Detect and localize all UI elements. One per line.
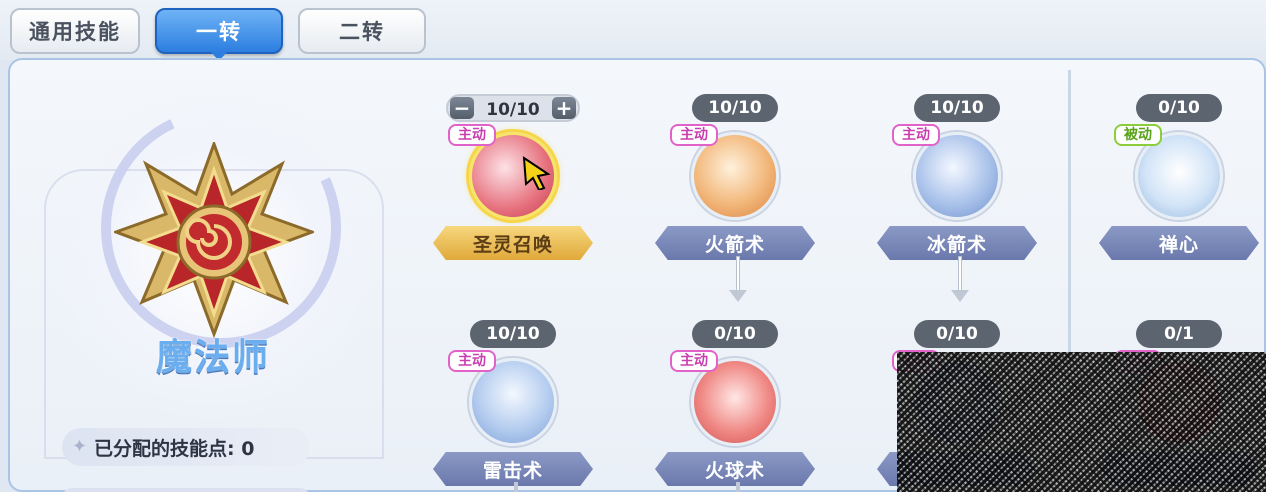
- cursor-icon: [522, 156, 551, 190]
- skill-name: 火球术: [655, 452, 815, 486]
- sparkle-icon: ✦: [72, 436, 88, 457]
- tab-bar: 通用技能 一转 二转: [0, 0, 1266, 61]
- skill-name: 冰箭术: [877, 226, 1037, 260]
- noise-overlay: [897, 352, 1266, 492]
- skill-name: 圣灵召唤: [433, 226, 593, 260]
- skill-level-control: − 10/10 +: [446, 94, 580, 122]
- skill-level: 0/10: [1136, 94, 1222, 122]
- skill-name: 雷击术: [433, 452, 593, 486]
- skill-card[interactable]: 0/10 被动 禅心: [1094, 74, 1264, 260]
- allocated-points-text: 已分配的技能点: 0: [94, 437, 255, 460]
- plus-button[interactable]: +: [552, 97, 576, 119]
- class-name: 魔法师: [155, 336, 270, 378]
- skill-level: 10/10: [470, 320, 556, 348]
- skill-link-line: [514, 482, 518, 492]
- skill-type-tag: 被动: [1114, 124, 1162, 146]
- skill-type-tag: 主动: [670, 350, 718, 372]
- skill-type-tag: 主动: [892, 124, 940, 146]
- skill-card[interactable]: 10/10 主动 雷击术: [428, 300, 598, 486]
- skill-level: 0/10: [914, 320, 1000, 348]
- tab-second-job[interactable]: 二转: [298, 8, 426, 54]
- skill-name: 火箭术: [655, 226, 815, 260]
- skill-type-tag: 主动: [448, 350, 496, 372]
- skill-level: 10/10: [914, 94, 1000, 122]
- skill-card[interactable]: 0/10 主动 火球术: [650, 300, 820, 486]
- skill-card[interactable]: − 10/10 + 主动 圣灵召唤: [428, 74, 598, 260]
- skill-name: 禅心: [1099, 226, 1259, 260]
- points-bar-secondary: [62, 488, 310, 492]
- skill-level: 10/10: [486, 100, 540, 120]
- tab-first-job[interactable]: 一转: [155, 8, 283, 61]
- skill-type-tag: 主动: [448, 124, 496, 146]
- skill-level: 0/1: [1136, 320, 1222, 348]
- class-info-panel: 魔法师 ✦ 已分配的技能点: 0: [14, 64, 412, 492]
- skill-type-tag: 主动: [670, 124, 718, 146]
- minus-button[interactable]: −: [450, 97, 474, 119]
- skill-link-line: [736, 482, 740, 492]
- skill-link-arrow: [950, 256, 970, 304]
- skill-level: 0/10: [692, 320, 778, 348]
- allocated-points: ✦ 已分配的技能点: 0: [62, 428, 310, 466]
- mage-class-emblem-icon: [114, 142, 314, 339]
- skill-card[interactable]: 10/10 主动 火箭术: [650, 74, 820, 260]
- skill-level: 10/10: [692, 94, 778, 122]
- skill-link-arrow: [728, 256, 748, 304]
- skill-card[interactable]: 10/10 主动 冰箭术: [872, 74, 1042, 260]
- tab-common-skills[interactable]: 通用技能: [10, 8, 140, 54]
